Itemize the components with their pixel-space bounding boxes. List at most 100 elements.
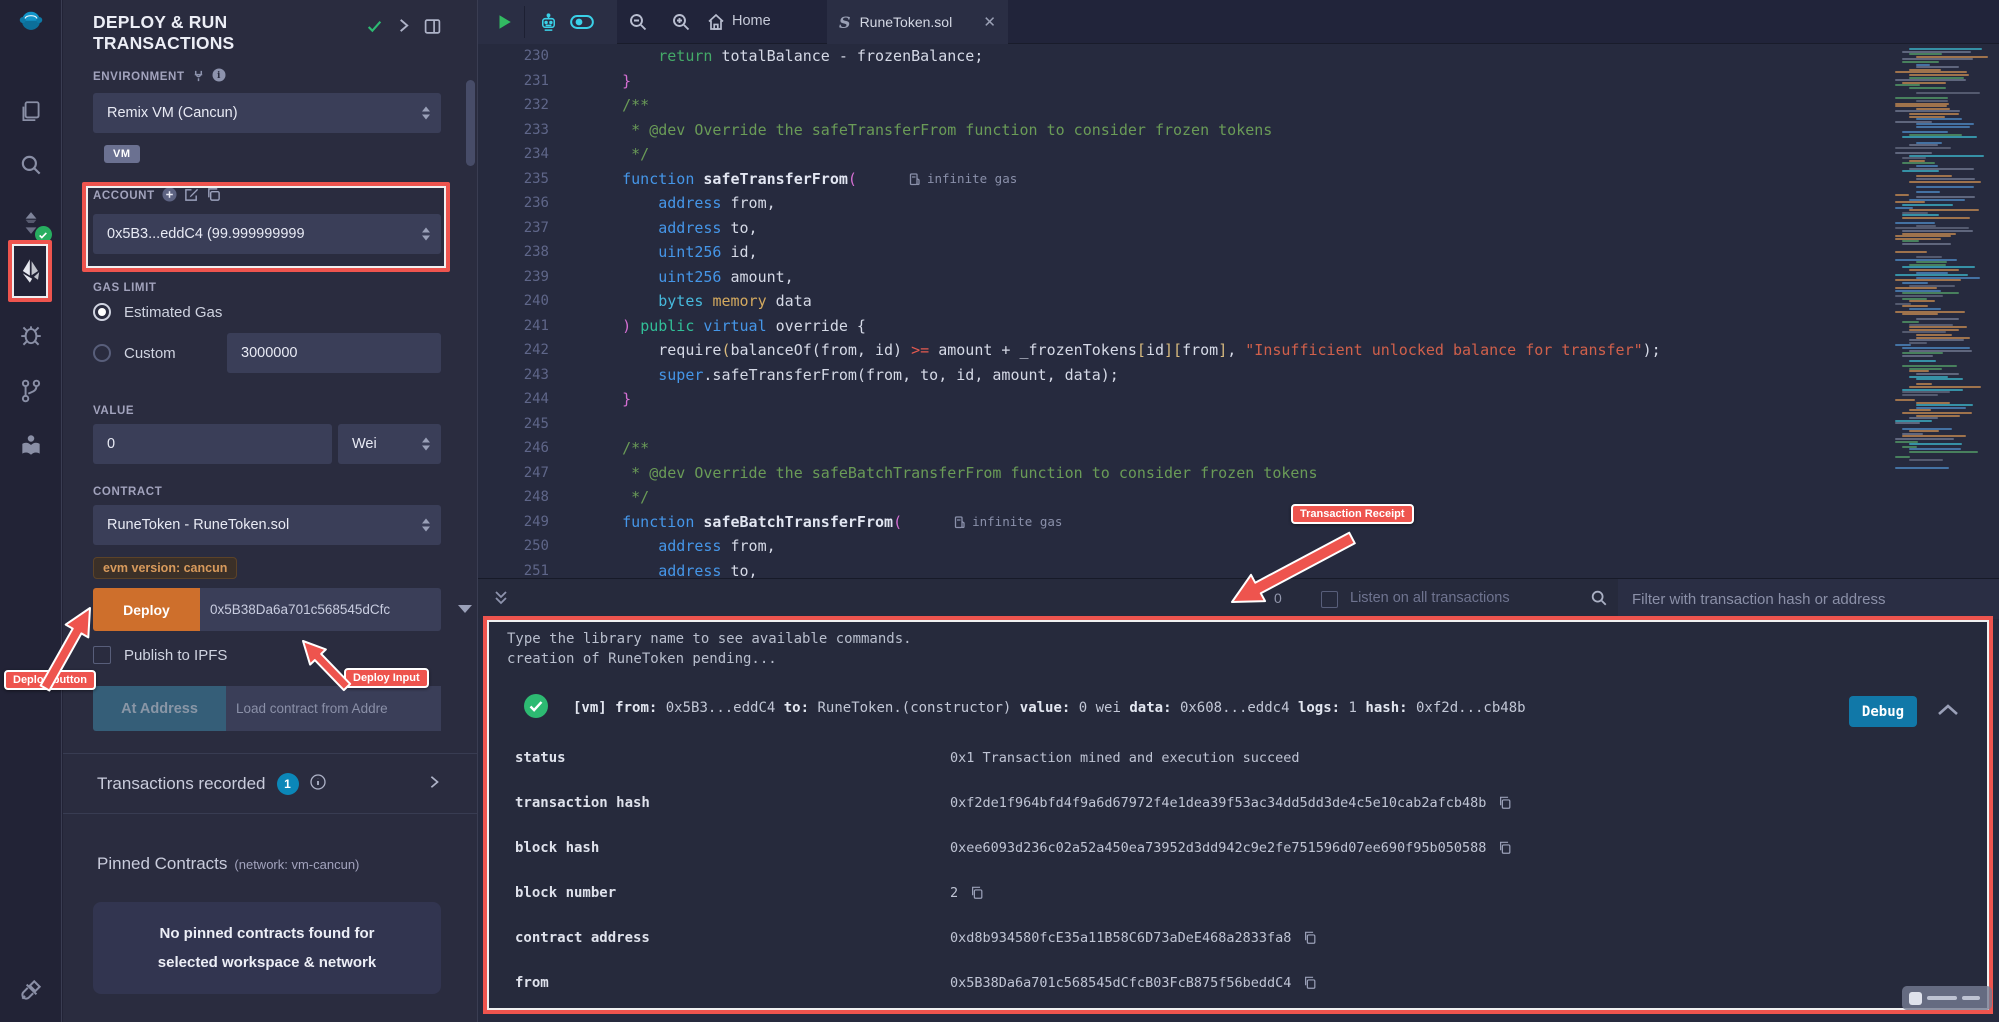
code-line[interactable]: 248 */ xyxy=(478,485,1999,510)
gas-estimate-annotation: infinite gas xyxy=(954,510,1062,535)
code-line[interactable]: 245 xyxy=(478,412,1999,437)
deploy-button[interactable]: Deploy xyxy=(93,588,200,631)
radio-custom-gas[interactable] xyxy=(93,344,111,362)
copy-icon[interactable] xyxy=(970,886,984,900)
environment-select[interactable]: Remix VM (Cancun) xyxy=(93,93,441,133)
minimap-line xyxy=(1902,347,1970,349)
code-text: address from, xyxy=(586,534,776,559)
home-icon[interactable] xyxy=(704,0,728,44)
estimated-gas-text: Estimated Gas xyxy=(124,304,222,321)
panel-scrollbar[interactable] xyxy=(466,80,475,166)
panel-forward-icon[interactable] xyxy=(396,18,411,54)
terminal-search-icon[interactable] xyxy=(1590,589,1608,612)
value-unit-select[interactable]: Wei xyxy=(338,424,441,464)
custom-gas-option[interactable]: Custom 3000000 xyxy=(93,333,441,373)
git-icon[interactable] xyxy=(16,376,46,406)
ai-assistant-icon[interactable] xyxy=(536,0,560,44)
terminal-filter-input[interactable] xyxy=(1618,579,1999,619)
plugin-manager-icon[interactable] xyxy=(16,975,46,1005)
minimap[interactable] xyxy=(1889,44,1999,574)
solidity-compiler-icon[interactable] xyxy=(16,208,46,238)
zoom-in-icon[interactable] xyxy=(669,0,693,44)
code-line[interactable]: 236 address from, xyxy=(478,191,1999,216)
copy-icon[interactable] xyxy=(1498,841,1512,855)
publish-ipfs-row[interactable]: Publish to IPFS xyxy=(93,646,441,664)
annotation-box-deploy-icon xyxy=(8,240,52,302)
terminal-line: creation of RuneToken pending... xyxy=(507,649,1989,669)
copy-icon[interactable] xyxy=(1303,931,1317,945)
pinned-contracts-title: Pinned Contracts xyxy=(97,854,227,874)
tab-bar: Home S RuneToken.sol ✕ xyxy=(478,0,1999,44)
minimap-line xyxy=(1895,467,1949,469)
code-line[interactable]: 244 } xyxy=(478,387,1999,412)
copy-icon[interactable] xyxy=(1498,796,1512,810)
code-line[interactable]: 235 function safeTransferFrom(infinite g… xyxy=(478,167,1999,192)
estimated-gas-option[interactable]: Estimated Gas xyxy=(93,303,441,321)
code-line[interactable]: 234 */ xyxy=(478,142,1999,167)
minimap-line xyxy=(1895,399,1915,401)
at-address-button[interactable]: At Address xyxy=(93,686,226,731)
transactions-expand-icon[interactable] xyxy=(427,774,441,794)
editor-region: Home S RuneToken.sol ✕ 230 return totalB… xyxy=(477,0,1999,1022)
stepper-icon xyxy=(422,519,430,532)
home-label[interactable]: Home xyxy=(732,13,771,29)
minimap-line xyxy=(1895,105,1947,107)
minimap-line xyxy=(1902,204,1953,206)
icon-strip xyxy=(0,0,62,1022)
search-icon[interactable] xyxy=(16,150,46,180)
line-number: 230 xyxy=(478,44,549,69)
remix-logo-icon xyxy=(16,8,46,38)
fork-plug-icon[interactable] xyxy=(192,69,205,85)
copy-icon[interactable] xyxy=(1303,976,1317,990)
code-line[interactable]: 239 uint256 amount, xyxy=(478,265,1999,290)
overlay-badge-icon xyxy=(1909,992,1922,1005)
line-number: 247 xyxy=(478,461,549,486)
terminal-line: Type the library name to see available c… xyxy=(507,629,1989,649)
code-line[interactable]: 238 uint256 id, xyxy=(478,240,1999,265)
zoom-out-icon[interactable] xyxy=(626,0,650,44)
contract-select[interactable]: RuneToken - RuneToken.sol xyxy=(93,505,441,545)
minimap-line xyxy=(1895,438,1954,440)
deploy-input[interactable] xyxy=(200,588,441,631)
value-input[interactable]: 0 xyxy=(93,424,332,464)
code-line[interactable]: 233 * @dev Override the safeTransferFrom… xyxy=(478,118,1999,143)
debug-button[interactable]: Debug xyxy=(1849,696,1917,727)
code-line[interactable]: 231 } xyxy=(478,69,1999,94)
receipt-row-label: block number xyxy=(515,885,950,901)
receipt-summary-row[interactable]: [vm] from: 0x5B3...eddC4 to: RuneToken.(… xyxy=(507,691,1989,725)
code-line[interactable]: 241 ) public virtual override { xyxy=(478,314,1999,339)
run-script-icon[interactable] xyxy=(492,0,516,44)
learneth-icon[interactable] xyxy=(16,430,46,460)
debugger-icon[interactable] xyxy=(16,320,46,350)
code-text: address to, xyxy=(586,559,758,579)
tab-runetoken[interactable]: S RuneToken.sol ✕ xyxy=(827,0,1008,44)
receipt-row-value: 0xee6093d236c02a52a450ea73952d3dd942c9e2… xyxy=(950,840,1486,856)
code-line[interactable]: 240 bytes memory data xyxy=(478,289,1999,314)
minimap-line xyxy=(1909,417,1938,419)
receipt-row-value: 2 xyxy=(950,885,958,901)
close-tab-icon[interactable]: ✕ xyxy=(983,13,996,31)
code-line[interactable]: 243 super.safeTransferFrom(from, to, id,… xyxy=(478,363,1999,388)
collapse-terminal-icon[interactable] xyxy=(493,589,509,612)
code-line[interactable]: 230 return totalBalance - frozenBalance; xyxy=(478,44,1999,69)
radio-estimated-gas[interactable] xyxy=(93,303,111,321)
code-line[interactable]: 242 require(balanceOf(from, id) >= amoun… xyxy=(478,338,1999,363)
code-line[interactable]: 232 /** xyxy=(478,93,1999,118)
code-line[interactable]: 237 address to, xyxy=(478,216,1999,241)
file-explorer-icon[interactable] xyxy=(16,97,46,127)
terminal-panel[interactable]: Type the library name to see available c… xyxy=(483,616,1993,1014)
chevron-down-icon[interactable] xyxy=(458,605,472,613)
panel-pin-icon[interactable] xyxy=(424,18,441,54)
receipt-row-label: block hash xyxy=(515,840,950,856)
environment-info-icon[interactable]: i xyxy=(212,68,226,85)
code-line[interactable]: 247 * @dev Override the safeBatchTransfe… xyxy=(478,461,1999,486)
code-text: return totalBalance - frozenBalance; xyxy=(586,44,983,69)
code-line[interactable]: 246 /** xyxy=(478,436,1999,461)
code-text: uint256 amount, xyxy=(586,265,794,290)
gas-limit-input[interactable]: 3000000 xyxy=(227,333,441,373)
chevron-up-icon[interactable] xyxy=(1937,702,1959,721)
transactions-info-icon[interactable] xyxy=(310,774,326,795)
code-editor[interactable]: 230 return totalBalance - frozenBalance;… xyxy=(478,44,1999,578)
ai-toggle-icon[interactable] xyxy=(570,0,594,44)
minimap-line xyxy=(1909,74,1969,76)
